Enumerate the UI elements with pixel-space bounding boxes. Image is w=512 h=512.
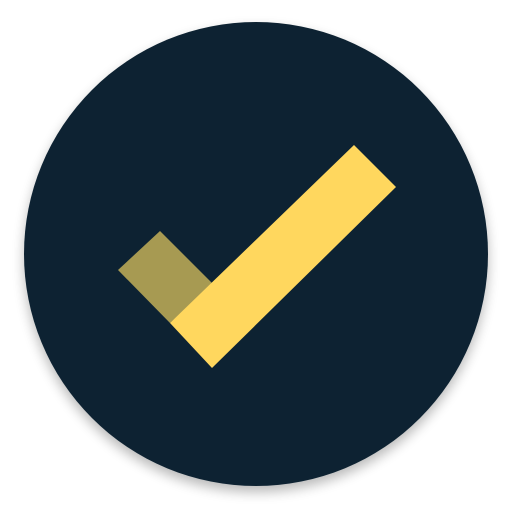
checkmark-app-icon xyxy=(24,22,488,486)
app-icon xyxy=(0,0,512,512)
